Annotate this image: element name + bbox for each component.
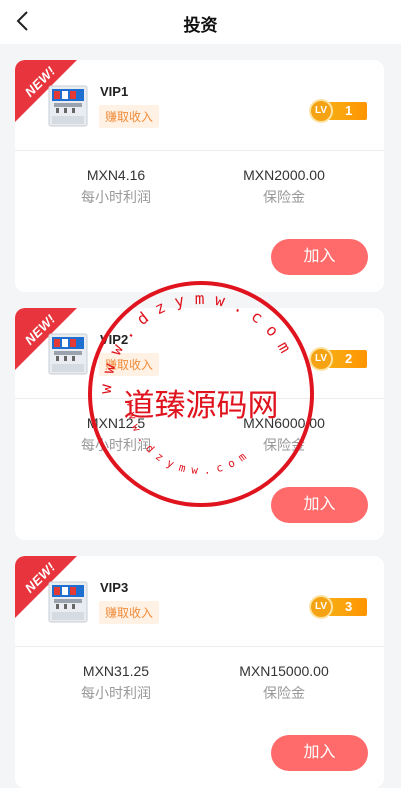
deposit: MXN6000.00 保险金 (199, 415, 369, 455)
deposit-value: MXN15000.00 (239, 663, 329, 679)
hourly-profit: MXN31.25 每小时利润 (31, 663, 201, 703)
hourly-profit: MXN12.5 每小时利润 (31, 415, 201, 455)
earn-badge: 赚取收入 (99, 601, 160, 624)
drink-machine-icon (48, 581, 88, 623)
hourly-profit-label: 每小时利润 (81, 437, 151, 453)
level-badge: 3 LV (309, 595, 369, 619)
level-badge: 1 LV (309, 99, 369, 123)
hourly-profit-label: 每小时利润 (81, 685, 151, 701)
earn-badge: 赚取收入 (99, 105, 160, 128)
hourly-profit-value: MXN12.5 (86, 415, 146, 431)
deposit-value: MXN2000.00 (243, 167, 325, 183)
level-number: 1 (345, 103, 353, 118)
earn-badge: 赚取收入 (99, 353, 160, 376)
divider (15, 398, 384, 399)
deposit-label: 保险金 (263, 685, 305, 701)
hourly-profit-value: MXN4.16 (86, 167, 146, 183)
hourly-profit-label: 每小时利润 (81, 189, 151, 205)
vip-name: VIP2 (100, 332, 129, 347)
drink-machine-icon (48, 333, 88, 375)
vip-card: NEW! VIP1 赚取收入 1 LV MXN4.16 每小时利润 MXN200… (15, 60, 384, 292)
vip-card: NEW! VIP2 赚取收入 2 LV MXN12.5 每小时利润 MXN600… (15, 308, 384, 540)
deposit: MXN2000.00 保险金 (199, 167, 369, 207)
level-number: 3 (345, 599, 353, 614)
divider (15, 150, 384, 151)
page-title: 投资 (183, 16, 218, 35)
lv-icon: LV (309, 347, 333, 371)
vip-name: VIP1 (100, 84, 129, 99)
top-bar: 投资 (0, 0, 401, 44)
lv-icon: LV (309, 99, 333, 123)
divider (15, 646, 384, 647)
vip-name: VIP3 (100, 580, 129, 595)
join-button[interactable]: 加入 (271, 239, 368, 275)
hourly-profit-value: MXN31.25 (82, 663, 150, 679)
join-button[interactable]: 加入 (271, 487, 368, 523)
deposit: MXN15000.00 保险金 (199, 663, 369, 703)
hourly-profit: MXN4.16 每小时利润 (31, 167, 201, 207)
deposit-label: 保险金 (263, 437, 305, 453)
join-button[interactable]: 加入 (271, 735, 368, 771)
deposit-label: 保险金 (263, 189, 305, 205)
level-badge: 2 LV (309, 347, 369, 371)
vip-card: NEW! VIP3 赚取收入 3 LV MXN31.25 每小时利润 MXN15… (15, 556, 384, 788)
deposit-value: MXN6000.00 (243, 415, 325, 431)
level-number: 2 (345, 351, 353, 366)
drink-machine-icon (48, 85, 88, 127)
lv-icon: LV (309, 595, 333, 619)
